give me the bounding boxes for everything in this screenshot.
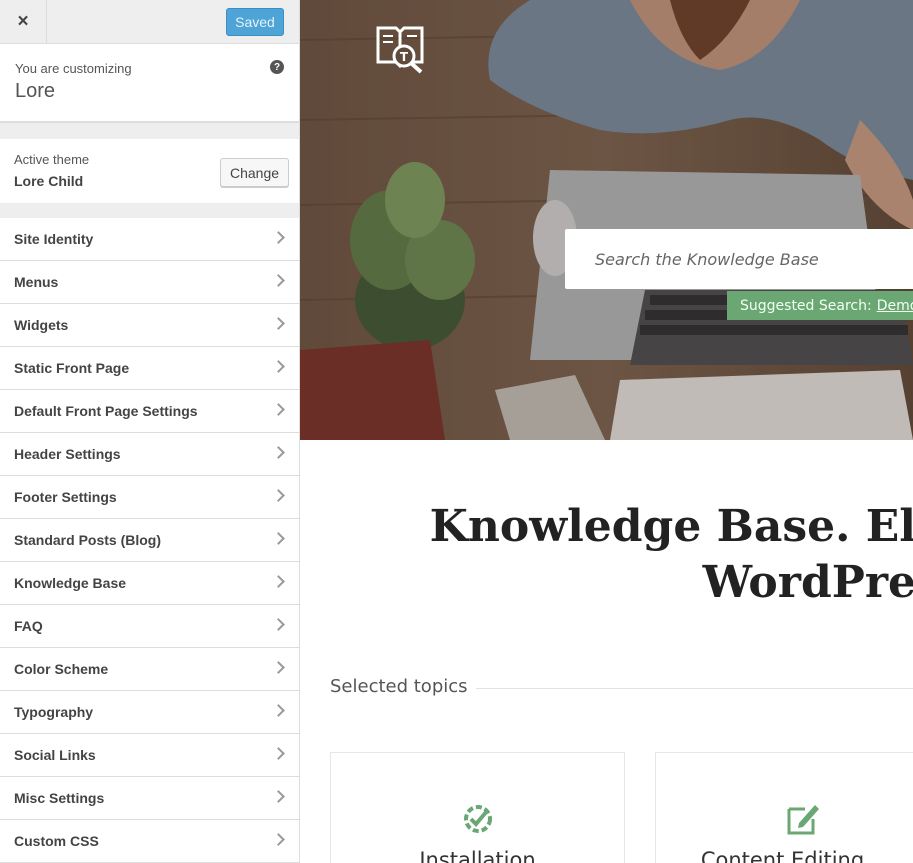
section-gap <box>0 203 299 218</box>
edit-icon <box>787 805 819 835</box>
panel-site-identity[interactable]: Site Identity <box>0 218 299 261</box>
topic-card-content-editing[interactable]: Content Editing <box>655 752 913 863</box>
customizer-panel-list: Site Identity Menus Widgets Static Front… <box>0 218 299 863</box>
panel-label: Header Settings <box>14 446 121 462</box>
topic-card-title: Content Editing <box>700 848 865 863</box>
knowledge-base-logo-icon[interactable]: T <box>374 22 426 74</box>
panel-widgets[interactable]: Widgets <box>0 304 299 347</box>
panel-custom-css[interactable]: Custom CSS <box>0 820 299 863</box>
topic-card-installation[interactable]: Installation <box>330 752 625 863</box>
chevron-right-icon <box>272 575 285 588</box>
customizing-info: You are customizing Lore ? <box>0 44 299 123</box>
customizer-sidebar: × Saved You are customizing Lore ? Activ… <box>0 0 300 863</box>
help-icon[interactable]: ? <box>270 60 284 74</box>
headline-line-1: Knowledge Base. El <box>429 501 913 552</box>
panel-label: Menus <box>14 274 59 290</box>
panel-static-front-page[interactable]: Static Front Page <box>0 347 299 390</box>
panel-menus[interactable]: Menus <box>0 261 299 304</box>
panel-default-front-page-settings[interactable]: Default Front Page Settings <box>0 390 299 433</box>
selected-topics-heading: Selected topics <box>330 676 468 697</box>
active-theme-panel: Active theme Lore Child Change <box>0 139 299 203</box>
panel-typography[interactable]: Typography <box>0 691 299 734</box>
topics-divider <box>476 688 913 689</box>
panel-header-settings[interactable]: Header Settings <box>0 433 299 476</box>
chevron-right-icon <box>272 489 285 502</box>
panel-label: Knowledge Base <box>14 575 127 591</box>
site-name: Lore <box>15 80 56 102</box>
panel-knowledge-base[interactable]: Knowledge Base <box>0 562 299 605</box>
chevron-right-icon <box>272 747 285 760</box>
chevron-right-icon <box>272 661 285 674</box>
suggested-search-link[interactable]: Demo <box>877 298 913 314</box>
change-theme-button[interactable]: Change <box>220 158 289 187</box>
suggested-search-label: Suggested Search: <box>740 297 872 314</box>
chevron-right-icon <box>272 274 285 287</box>
chevron-right-icon <box>272 403 285 416</box>
panel-label: Default Front Page Settings <box>14 403 198 419</box>
panel-faq[interactable]: FAQ <box>0 605 299 648</box>
chevron-right-icon <box>272 790 285 803</box>
headline-line-2: WordPre <box>702 557 913 608</box>
chevron-right-icon <box>272 446 285 459</box>
hero-banner: T Search the Knowledge Base Suggested Se… <box>300 0 913 440</box>
page-headline: Knowledge Base. El WordPre <box>430 499 913 611</box>
suggested-search-bar: Suggested Search: Demo <box>727 291 913 320</box>
chevron-right-icon <box>272 360 285 373</box>
panel-color-scheme[interactable]: Color Scheme <box>0 648 299 691</box>
chevron-right-icon <box>272 231 285 244</box>
chevron-right-icon <box>272 532 285 545</box>
chevron-right-icon <box>272 833 285 846</box>
panel-label: Site Identity <box>14 231 94 247</box>
customizing-label: You are customizing <box>15 61 132 76</box>
close-icon: × <box>17 11 29 32</box>
panel-label: FAQ <box>14 618 43 634</box>
chevron-right-icon <box>272 618 285 631</box>
saved-button[interactable]: Saved <box>226 8 284 36</box>
panel-standard-posts[interactable]: Standard Posts (Blog) <box>0 519 299 562</box>
panel-label: Typography <box>14 704 94 720</box>
chevron-right-icon <box>272 317 285 330</box>
panel-label: Social Links <box>14 747 96 763</box>
panel-label: Static Front Page <box>14 360 130 376</box>
panel-label: Footer Settings <box>14 489 117 505</box>
topic-card-title: Installation <box>419 848 536 863</box>
gear-check-icon <box>463 805 492 833</box>
knowledge-base-search-input[interactable]: Search the Knowledge Base <box>565 229 913 289</box>
site-preview: T Search the Knowledge Base Suggested Se… <box>300 0 913 863</box>
section-gap <box>0 123 299 139</box>
svg-text:T: T <box>400 50 409 64</box>
close-button[interactable]: × <box>0 0 47 44</box>
panel-social-links[interactable]: Social Links <box>0 734 299 777</box>
chevron-right-icon <box>272 704 285 717</box>
panel-label: Widgets <box>14 317 69 333</box>
panel-label: Custom CSS <box>14 833 99 849</box>
panel-label: Color Scheme <box>14 661 109 677</box>
panel-label: Misc Settings <box>14 790 105 806</box>
panel-footer-settings[interactable]: Footer Settings <box>0 476 299 519</box>
customizer-header: × Saved <box>0 0 299 44</box>
panel-label: Standard Posts (Blog) <box>14 532 162 548</box>
panel-misc-settings[interactable]: Misc Settings <box>0 777 299 820</box>
